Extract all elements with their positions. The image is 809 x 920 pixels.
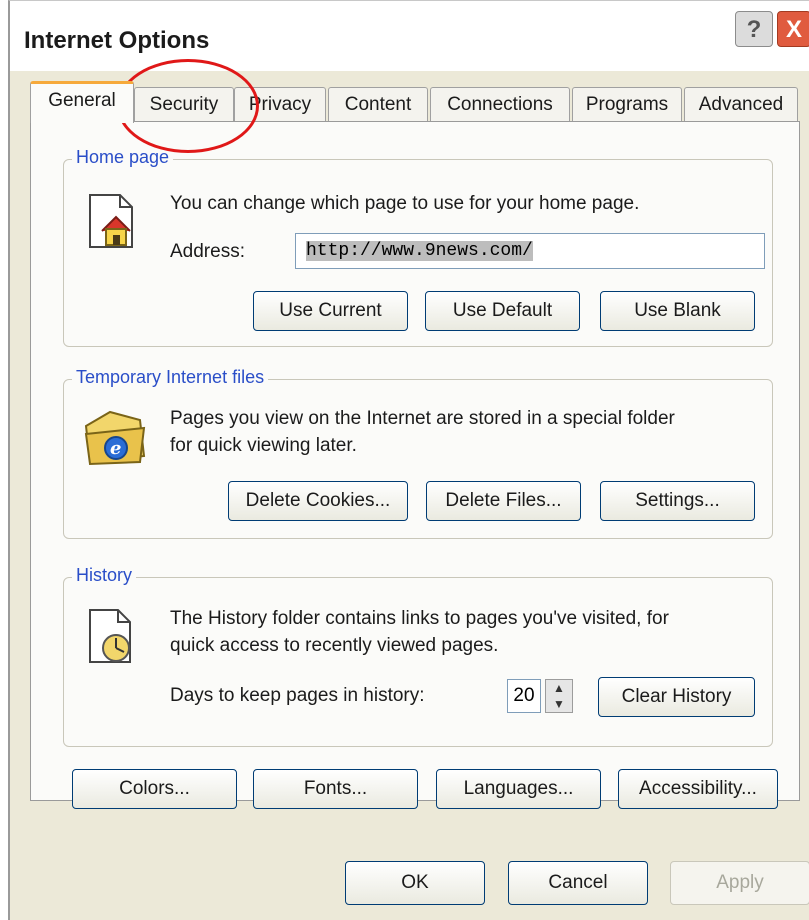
- cancel-button[interactable]: Cancel: [508, 861, 648, 905]
- delete-cookies-button[interactable]: Delete Cookies...: [228, 481, 408, 521]
- ok-button[interactable]: OK: [345, 861, 485, 905]
- use-blank-button[interactable]: Use Blank: [600, 291, 755, 331]
- history-legend: History: [72, 565, 137, 586]
- svg-text:e: e: [110, 438, 121, 459]
- tab-content[interactable]: Content: [328, 87, 428, 121]
- tab-advanced[interactable]: Advanced: [684, 87, 798, 121]
- use-current-button[interactable]: Use Current: [253, 291, 408, 331]
- history-icon: [89, 609, 131, 663]
- spin-up-icon[interactable]: ▲: [546, 680, 572, 696]
- title-bar: Internet Options ? X: [10, 1, 809, 71]
- days-label: Days to keep pages in history:: [170, 685, 425, 706]
- settings-button[interactable]: Settings...: [600, 481, 755, 521]
- temp-files-legend: Temporary Internet files: [72, 367, 269, 388]
- address-field[interactable]: http://www.9news.com/: [295, 233, 765, 269]
- tab-security[interactable]: Security: [134, 87, 234, 121]
- tab-programs[interactable]: Programs: [572, 87, 682, 121]
- address-value: http://www.9news.com/: [306, 241, 533, 261]
- window-title: Internet Options: [24, 27, 210, 54]
- address-label: Address:: [170, 241, 245, 262]
- days-spinner[interactable]: ▲ ▼: [545, 679, 573, 713]
- temp-files-description-2: for quick viewing later.: [170, 435, 357, 456]
- tab-privacy[interactable]: Privacy: [234, 87, 326, 121]
- languages-button[interactable]: Languages...: [436, 769, 601, 809]
- tab-general[interactable]: General: [30, 81, 134, 123]
- help-button[interactable]: ?: [735, 11, 773, 47]
- home-page-description: You can change which page to use for you…: [170, 193, 640, 214]
- history-description-2: quick access to recently viewed pages.: [170, 635, 499, 656]
- days-input[interactable]: 20: [507, 679, 541, 713]
- use-default-button[interactable]: Use Default: [425, 291, 580, 331]
- clear-history-button[interactable]: Clear History: [598, 677, 755, 717]
- internet-options-window: Internet Options ? X General Security Pr…: [8, 0, 809, 920]
- accessibility-button[interactable]: Accessibility...: [618, 769, 778, 809]
- spin-down-icon[interactable]: ▼: [546, 696, 572, 712]
- home-page-icon: [89, 194, 133, 248]
- colors-button[interactable]: Colors...: [72, 769, 237, 809]
- apply-button[interactable]: Apply: [670, 861, 809, 905]
- history-group: History: [63, 565, 773, 747]
- tab-strip: General Security Privacy Content Connect…: [30, 81, 809, 123]
- home-page-legend: Home page: [72, 147, 174, 168]
- tab-connections[interactable]: Connections: [430, 87, 570, 121]
- ie-folder-icon: e: [84, 410, 146, 466]
- fonts-button[interactable]: Fonts...: [253, 769, 418, 809]
- close-button[interactable]: X: [777, 11, 809, 47]
- delete-files-button[interactable]: Delete Files...: [426, 481, 581, 521]
- history-description-1: The History folder contains links to pag…: [170, 608, 669, 629]
- temp-files-description-1: Pages you view on the Internet are store…: [170, 408, 675, 429]
